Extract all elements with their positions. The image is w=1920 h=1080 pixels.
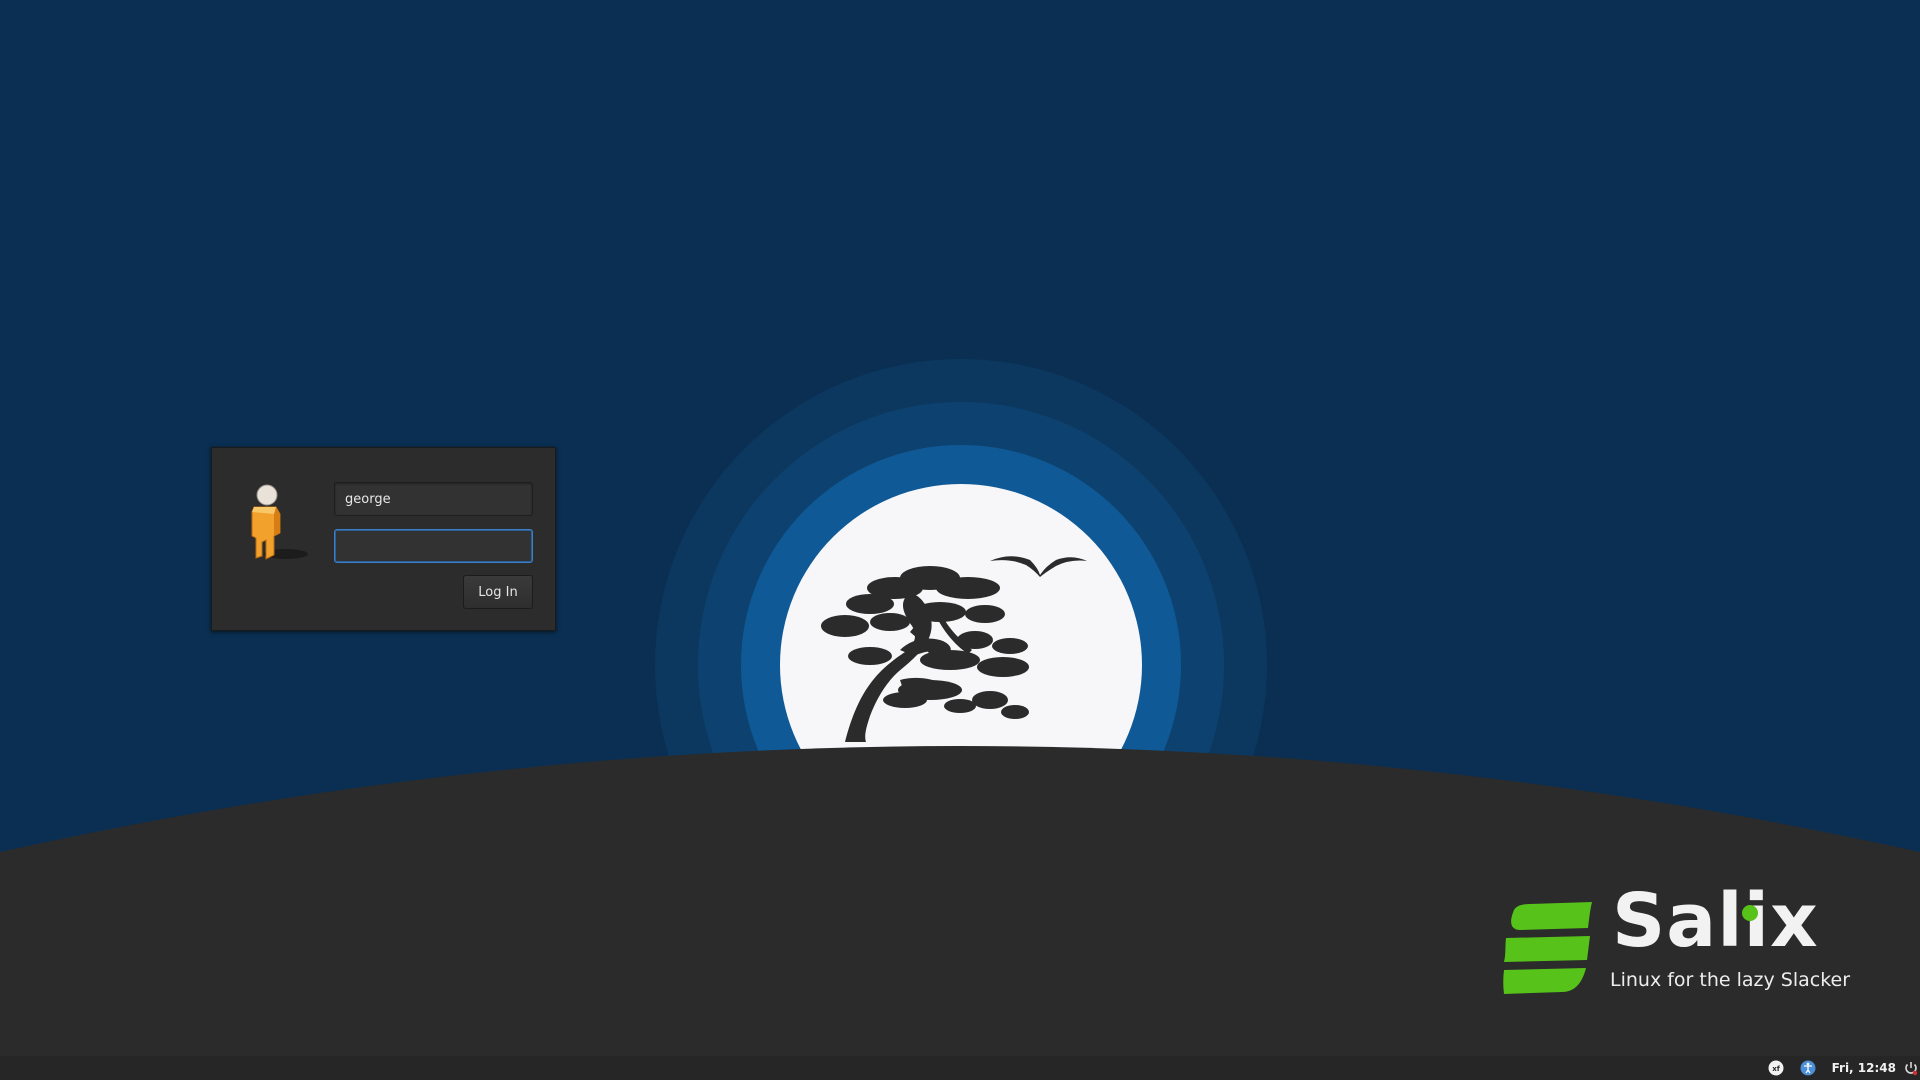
accessibility-icon[interactable]: [1800, 1060, 1816, 1076]
bottom-panel: xf Fri, 12:48: [0, 1056, 1920, 1080]
system-tray: xf Fri, 12:48: [1768, 1056, 1920, 1080]
username-field[interactable]: [334, 482, 533, 516]
salix-logo-icon: [1503, 902, 1592, 994]
login-button[interactable]: Log In: [463, 575, 533, 609]
salix-tagline: Linux for the lazy Slacker: [1610, 969, 1851, 991]
salix-dot: [1742, 905, 1758, 921]
login-screen: Log In Salix Linux for the lazy Slacker …: [0, 0, 1920, 1080]
svg-text:xf: xf: [1772, 1065, 1781, 1073]
clock[interactable]: Fri, 12:48: [1832, 1061, 1896, 1075]
user-avatar-icon: [251, 484, 308, 560]
login-dialog: Log In: [211, 447, 556, 631]
power-icon[interactable]: [1904, 1060, 1918, 1076]
salix-wordmark: Salix: [1612, 878, 1819, 964]
salix-branding: Salix Linux for the lazy Slacker: [1500, 884, 1850, 1006]
xfce-icon[interactable]: xf: [1768, 1060, 1784, 1076]
password-field[interactable]: [334, 529, 533, 563]
